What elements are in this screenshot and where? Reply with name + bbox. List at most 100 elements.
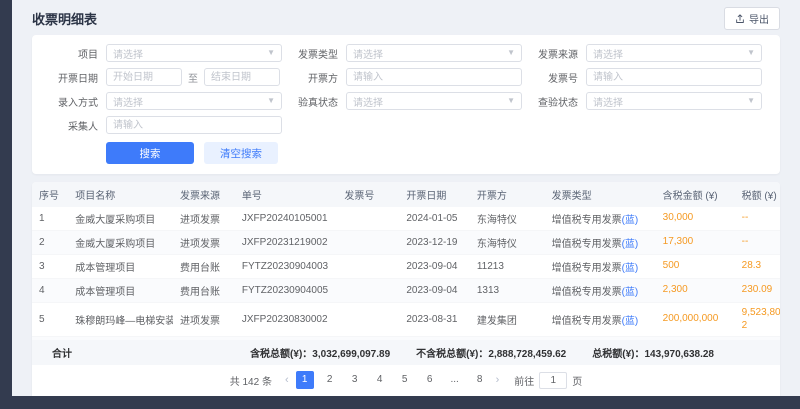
type-tag: (蓝) — [622, 263, 639, 274]
cell-type: 增值税专用发票(蓝) — [545, 303, 656, 337]
table-row: 5 珠穆朗玛峰—电梯安装 进项发票 JXFP20230830002 2023-0… — [32, 303, 780, 337]
invoice-source-select-placeholder: 请选择 — [593, 46, 623, 61]
page-button-5[interactable]: 5 — [396, 371, 414, 389]
invoice-no-label: 发票号 — [526, 70, 578, 85]
page-button-4[interactable]: 4 — [371, 371, 389, 389]
cell-amount: 500 — [656, 255, 735, 279]
invoice-date-end-input[interactable] — [204, 68, 280, 86]
page-button-8[interactable]: 8 — [471, 371, 489, 389]
type-text: 增值税专用发票 — [552, 316, 622, 327]
header-type: 发票类型 — [545, 182, 656, 207]
invoice-table: 序号 项目名称 发票来源 单号 发票号 开票日期 开票方 发票类型 含税金额 (… — [32, 182, 780, 340]
cell-order-no: FYTZ20230904003 — [235, 255, 338, 279]
cell-seq: 4 — [32, 279, 68, 303]
next-page-icon[interactable]: › — [496, 374, 500, 386]
cell-source: 进项发票 — [173, 207, 235, 231]
header-date: 开票日期 — [399, 182, 469, 207]
check-status-select[interactable]: 请选择 ▼ — [586, 92, 762, 110]
collector-label: 采集人 — [46, 118, 98, 133]
collector-input[interactable] — [106, 116, 282, 134]
filter-entry-method: 录入方式 请选择 ▼ — [46, 92, 286, 110]
cell-issuer: 11213 — [470, 255, 545, 279]
prev-page-icon[interactable]: ‹ — [285, 374, 289, 386]
table-row: 2 金威大厦采购项目 进项发票 JXFP20231219002 2023-12-… — [32, 231, 780, 255]
cell-date: 2023-12-19 — [399, 231, 469, 255]
cell-source: 进项发票 — [173, 231, 235, 255]
cell-project: 珠穆朗玛峰—电梯安装 — [68, 303, 173, 337]
type-tag: (蓝) — [622, 316, 639, 327]
filter-collector: 采集人 — [46, 116, 286, 134]
header-amount: 含税金额 (¥) — [656, 182, 735, 207]
cell-project: 金威大厦采购项目 — [68, 231, 173, 255]
untaxed-total: 不含税总额(¥)：2,888,728,459.62 — [416, 345, 566, 360]
header-order-no: 单号 — [235, 182, 338, 207]
invoice-table-card: 序号 项目名称 发票来源 单号 发票号 开票日期 开票方 发票类型 含税金额 (… — [32, 182, 780, 396]
cell-date: 2023-09-04 — [399, 255, 469, 279]
cell-order-no: FYTZ20230904005 — [235, 279, 338, 303]
cell-order-no: JXFP20231219002 — [235, 231, 338, 255]
clear-search-button[interactable]: 清空搜索 — [204, 142, 278, 164]
cell-issuer: 东海特仪 — [470, 231, 545, 255]
project-select[interactable]: 请选择 ▼ — [106, 44, 282, 62]
page-header: 收票明细表 导出 — [12, 0, 800, 35]
page-button-1[interactable]: 1 — [296, 371, 314, 389]
filter-row-1: 项目 请选择 ▼ 发票类型 请选择 ▼ 发票来源 请选择 ▼ — [46, 44, 766, 62]
invoice-detail-page: 收票明细表 导出 项目 请选择 ▼ 发票类型 请 — [12, 0, 800, 396]
taxed-total: 含税总额(¥)：3,032,699,097.89 — [250, 345, 390, 360]
cell-invoice-no — [337, 207, 399, 231]
cell-invoice-no — [337, 255, 399, 279]
app-frame-left — [0, 0, 12, 409]
invoice-type-label: 发票类型 — [286, 46, 338, 61]
invoice-date-start-input[interactable] — [106, 68, 182, 86]
filter-row-3: 录入方式 请选择 ▼ 验真状态 请选择 ▼ 查验状态 请选择 ▼ — [46, 92, 766, 110]
summary-totals: 含税总额(¥)：3,032,699,097.89 不含税总额(¥)：2,888,… — [250, 345, 714, 360]
type-text: 增值税专用发票 — [552, 239, 622, 250]
cell-type: 增值税专用发票(蓝) — [545, 231, 656, 255]
cell-date: 2023-09-04 — [399, 279, 469, 303]
filter-verify-status: 验真状态 请选择 ▼ — [286, 92, 526, 110]
invoice-type-select-placeholder: 请选择 — [353, 46, 383, 61]
cell-type: 增值税专用发票(蓝) — [545, 279, 656, 303]
goto-page-input[interactable] — [539, 372, 567, 389]
app-frame-bottom — [0, 396, 800, 409]
type-tag: (蓝) — [622, 287, 639, 298]
filter-panel: 项目 请选择 ▼ 发票类型 请选择 ▼ 发票来源 请选择 ▼ — [32, 35, 780, 174]
cell-project: 金威大厦采购项目 — [68, 207, 173, 231]
page-ellipsis[interactable]: ... — [446, 371, 464, 389]
cell-type: 增值税专用发票(蓝) — [545, 255, 656, 279]
cell-invoice-no — [337, 303, 399, 337]
header-tax: 税额 (¥) — [735, 182, 780, 207]
cell-invoice-no — [337, 231, 399, 255]
table-scroll-area[interactable]: 序号 项目名称 发票来源 单号 发票号 开票日期 开票方 发票类型 含税金额 (… — [32, 182, 780, 340]
export-label: 导出 — [749, 11, 769, 26]
goto-page: 前往 页 — [514, 372, 582, 389]
cell-project: 成本管理项目 — [68, 255, 173, 279]
search-button[interactable]: 搜索 — [106, 142, 194, 164]
cell-date: 2024-01-05 — [399, 207, 469, 231]
total-count: 共 142 条 — [230, 373, 272, 388]
cell-amount: 30,000 — [656, 207, 735, 231]
cell-source: 费用台账 — [173, 255, 235, 279]
tax-total: 总税额(¥)：143,970,638.28 — [592, 345, 714, 360]
entry-method-select[interactable]: 请选择 ▼ — [106, 92, 282, 110]
cell-seq: 1 — [32, 207, 68, 231]
filter-row-2: 开票日期 至 开票方 发票号 — [46, 68, 766, 86]
filter-check-status: 查验状态 请选择 ▼ — [526, 92, 766, 110]
page-button-3[interactable]: 3 — [346, 371, 364, 389]
cell-invoice-no — [337, 279, 399, 303]
issuer-input[interactable] — [346, 68, 522, 86]
invoice-no-input[interactable] — [586, 68, 762, 86]
page-button-2[interactable]: 2 — [321, 371, 339, 389]
export-button[interactable]: 导出 — [724, 7, 780, 30]
invoice-source-select[interactable]: 请选择 ▼ — [586, 44, 762, 62]
invoice-type-select[interactable]: 请选择 ▼ — [346, 44, 522, 62]
cell-tax: 9,523,809.52 — [735, 303, 780, 337]
filter-invoice-date: 开票日期 至 — [46, 68, 286, 86]
header-issuer: 开票方 — [470, 182, 545, 207]
goto-prefix: 前往 — [514, 373, 534, 388]
verify-status-select[interactable]: 请选择 ▼ — [346, 92, 522, 110]
table-header-row: 序号 项目名称 发票来源 单号 发票号 开票日期 开票方 发票类型 含税金额 (… — [32, 182, 780, 207]
page-button-6[interactable]: 6 — [421, 371, 439, 389]
header-invoice-no: 发票号 — [337, 182, 399, 207]
cell-amount: 17,300 — [656, 231, 735, 255]
